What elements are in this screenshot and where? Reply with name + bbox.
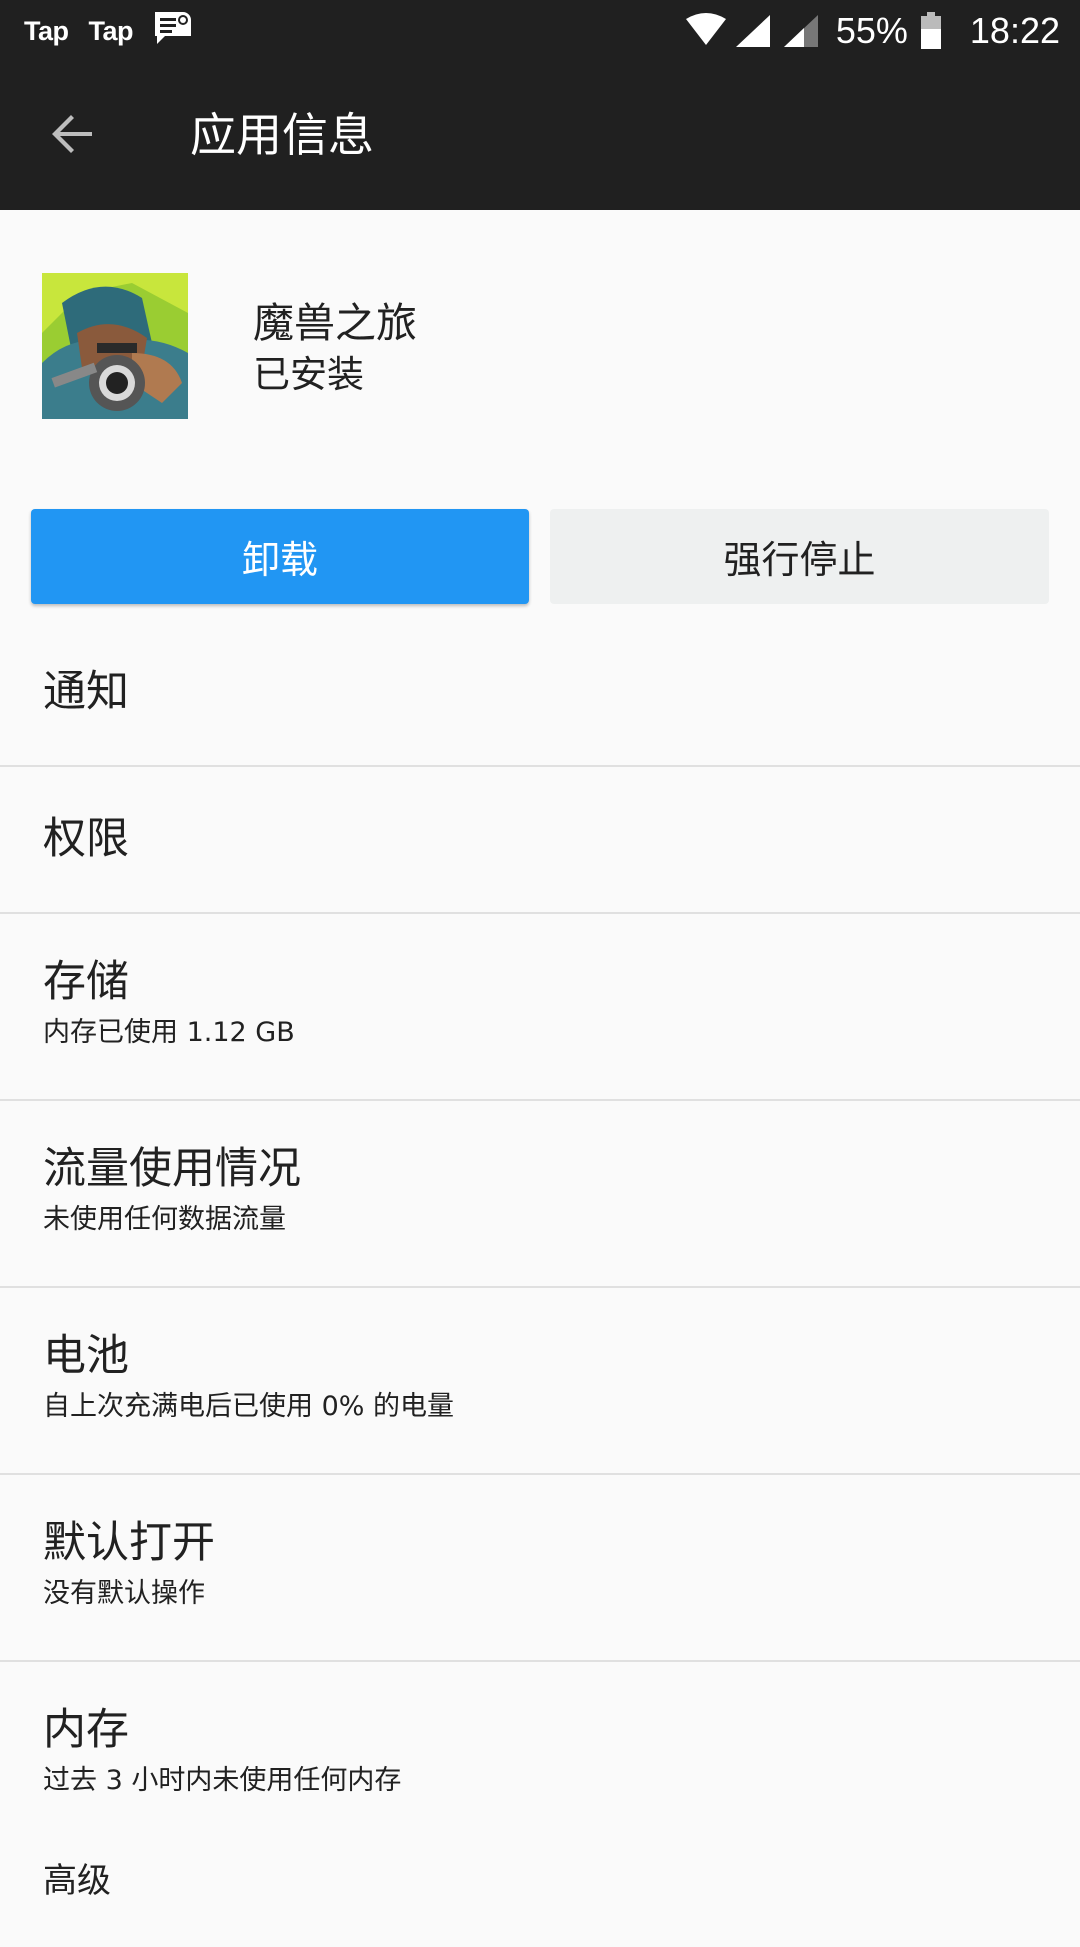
settings-item-summary: 未使用任何数据流量	[43, 1204, 286, 1235]
settings-item-notifications[interactable]: 通知	[0, 620, 1080, 767]
app-header: 魔兽之旅 已安装	[0, 210, 1080, 490]
app-bar: 应用信息	[0, 62, 1080, 210]
message-icon	[153, 10, 193, 52]
settings-item-storage[interactable]: 存储 内存已使用 1.12 GB	[0, 914, 1080, 1101]
battery-icon	[920, 12, 942, 50]
settings-item-advanced[interactable]: 高级	[0, 1847, 1080, 1947]
settings-item-open-by-default[interactable]: 默认打开 没有默认操作	[0, 1475, 1080, 1662]
clock: 18:22	[969, 10, 1060, 51]
status-bar: Tap Tap 55% 18:22	[0, 0, 1080, 62]
app-install-status: 已安装	[253, 353, 364, 396]
settings-item-memory[interactable]: 内存 过去 3 小时内未使用任何内存	[0, 1662, 1080, 1847]
battery-percent: 55%	[835, 10, 908, 51]
tap-notification-icon: Tap	[24, 15, 69, 46]
signal-icon	[734, 13, 772, 49]
settings-item-summary: 自上次充满电后已使用 0% 的电量	[43, 1391, 454, 1422]
uninstall-button[interactable]: 卸载	[31, 509, 529, 604]
settings-item-title: 电池	[43, 1331, 129, 1381]
settings-item-title: 存储	[43, 957, 129, 1007]
settings-item-summary: 内存已使用 1.12 GB	[43, 1017, 295, 1048]
force-stop-button[interactable]: 强行停止	[550, 509, 1049, 604]
status-bar-right: 55% 18:22	[685, 8, 1060, 54]
settings-item-title: 通知	[43, 667, 129, 717]
settings-item-battery[interactable]: 电池 自上次充满电后已使用 0% 的电量	[0, 1288, 1080, 1475]
status-bar-left: Tap Tap	[24, 10, 193, 52]
page-title: 应用信息	[190, 108, 374, 162]
back-button[interactable]	[36, 100, 108, 172]
app-icon	[42, 273, 188, 419]
settings-item-title: 默认打开	[43, 1518, 215, 1568]
settings-item-title: 高级	[43, 1861, 111, 1901]
settings-item-title: 流量使用情况	[43, 1144, 301, 1194]
tap-notification-icon-2: Tap	[88, 15, 134, 46]
settings-item-summary: 没有默认操作	[43, 1578, 205, 1609]
settings-item-permissions[interactable]: 权限	[0, 767, 1080, 914]
settings-item-summary: 过去 3 小时内未使用任何内存	[43, 1765, 402, 1796]
settings-item-title: 内存	[43, 1705, 129, 1755]
settings-item-data-usage[interactable]: 流量使用情况 未使用任何数据流量	[0, 1101, 1080, 1288]
wifi-icon	[685, 13, 726, 49]
signal-icon-2	[782, 13, 820, 49]
arrow-left-icon	[48, 110, 96, 162]
settings-item-title: 权限	[43, 814, 129, 864]
settings-list: 通知 权限 存储 内存已使用 1.12 GB 流量使用情况 未使用任何数据流量 …	[0, 620, 1080, 1947]
app-name: 魔兽之旅	[253, 299, 417, 347]
